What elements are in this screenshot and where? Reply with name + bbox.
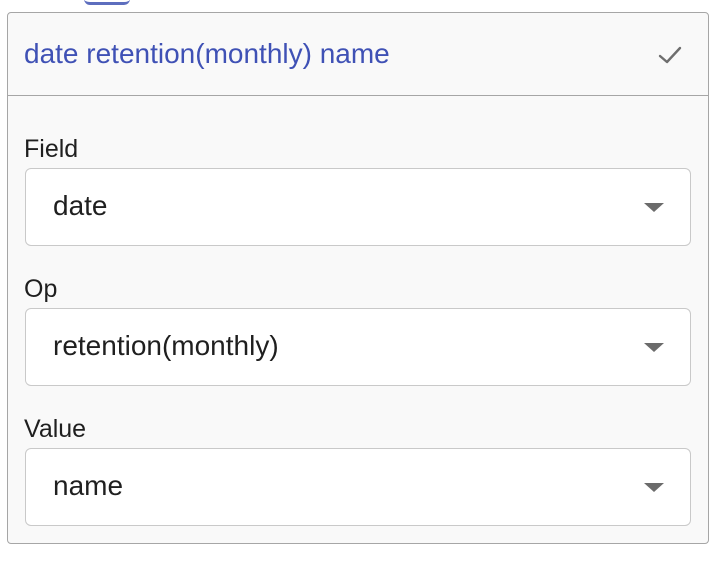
caret-down-icon <box>644 203 664 212</box>
card-title: date retention(monthly) name <box>24 38 390 69</box>
caret-down-icon <box>644 483 664 492</box>
value-select[interactable]: name <box>25 448 691 526</box>
op-select-value: retention(monthly) <box>53 330 279 361</box>
field-select[interactable]: date <box>25 168 691 246</box>
card-header[interactable]: date retention(monthly) name <box>8 13 708 96</box>
value-label: Value <box>24 415 87 443</box>
field-label: Field <box>24 135 79 163</box>
op-label: Op <box>24 275 58 303</box>
filter-card: date retention(monthly) name Field date … <box>7 12 709 544</box>
check-icon[interactable] <box>656 41 684 69</box>
field-select-value: date <box>53 190 108 221</box>
op-select[interactable]: retention(monthly) <box>25 308 691 386</box>
value-select-value: name <box>53 470 124 501</box>
clipped-heading-fragment <box>84 0 130 5</box>
caret-down-icon <box>644 343 664 352</box>
